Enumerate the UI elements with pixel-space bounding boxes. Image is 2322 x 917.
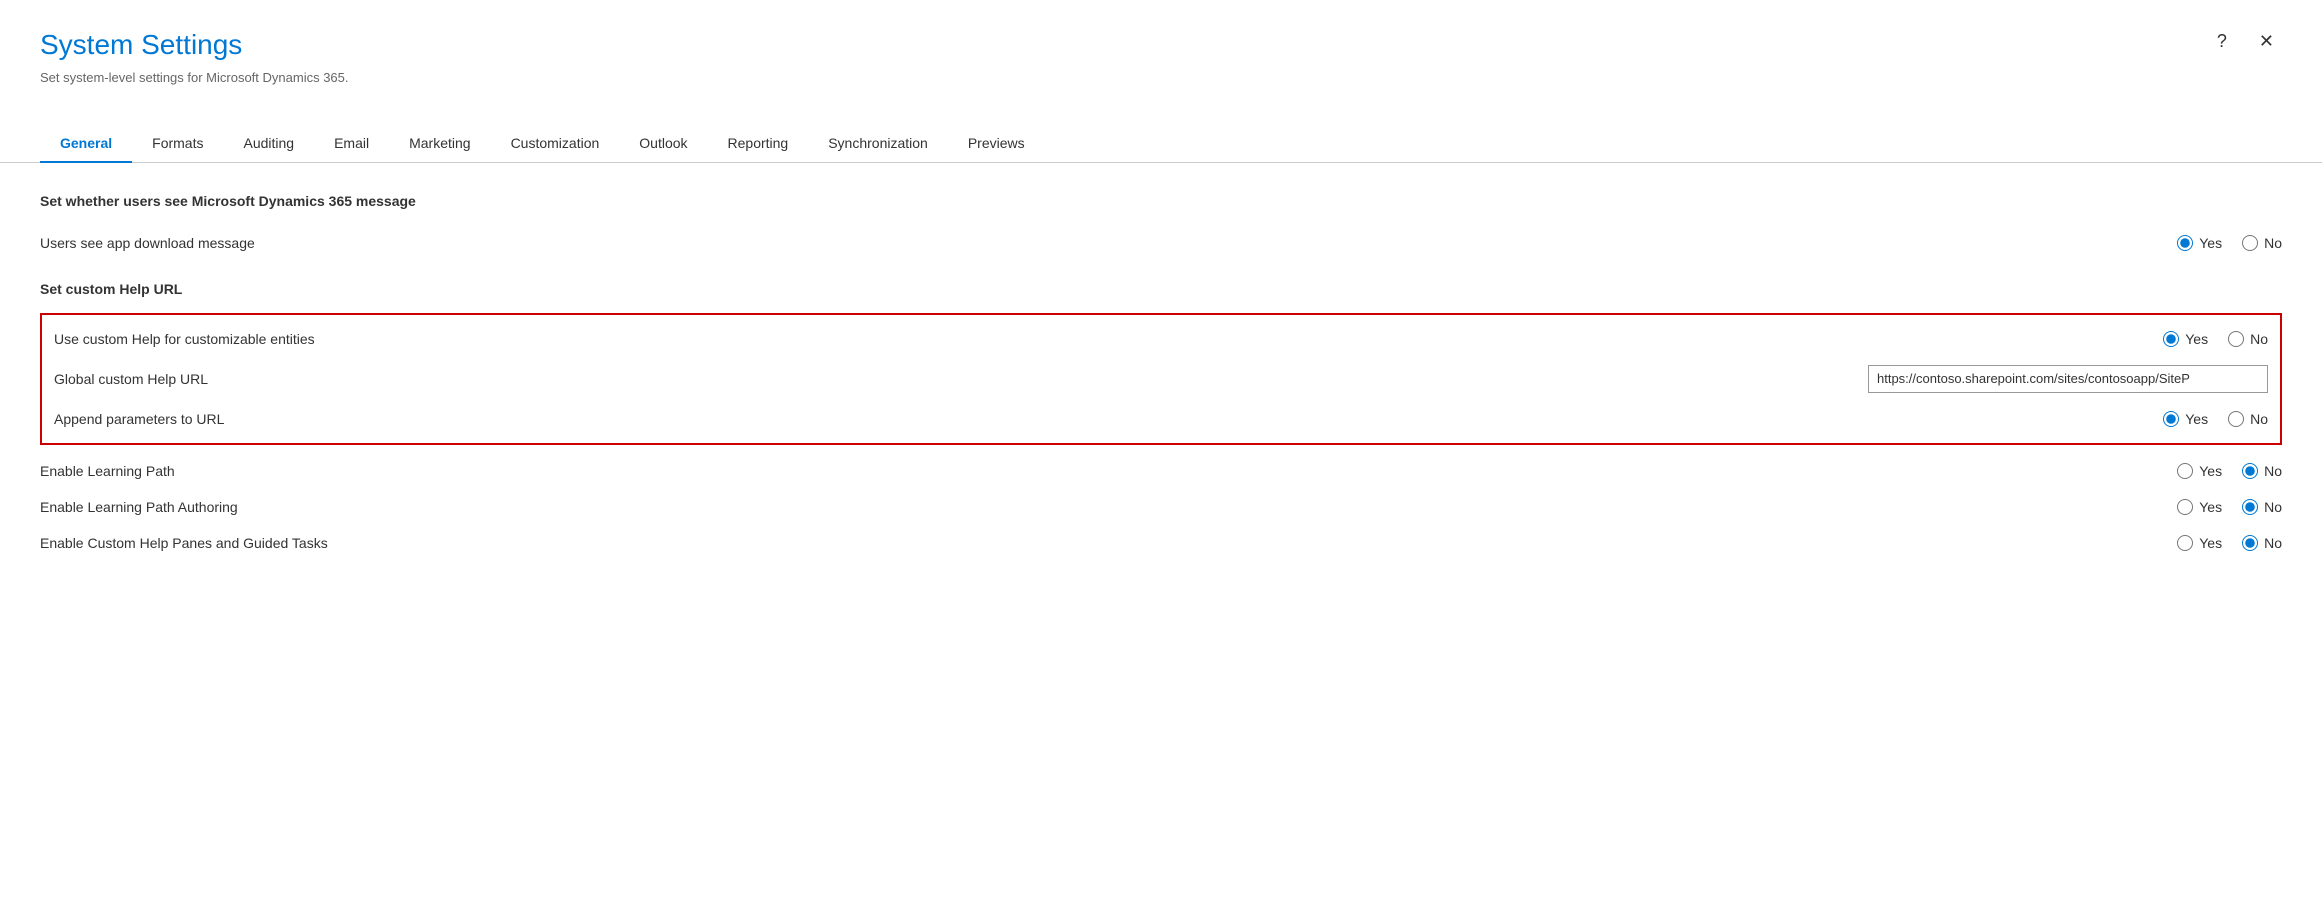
append-params-radio-group: Yes No xyxy=(2068,411,2268,427)
append-params-no-radio[interactable] xyxy=(2228,411,2244,427)
elpa-no-radio[interactable] xyxy=(2242,499,2258,515)
enable-learning-path-no-option[interactable]: No xyxy=(2242,463,2282,479)
app-download-radio-group: Yes No xyxy=(2082,235,2282,251)
echp-yes-label: Yes xyxy=(2199,535,2222,551)
enable-custom-help-panes-radio-group: Yes No xyxy=(2082,535,2282,551)
section2-title: Set custom Help URL xyxy=(40,281,2282,297)
app-download-yes-option[interactable]: Yes xyxy=(2177,235,2222,251)
content-area: Set whether users see Microsoft Dynamics… xyxy=(0,163,2322,591)
app-download-no-radio[interactable] xyxy=(2242,235,2258,251)
setting-row-enable-learning-path: Enable Learning Path Yes No xyxy=(40,453,2282,489)
app-download-no-label: No xyxy=(2264,235,2282,251)
setting-row-global-help-url: Global custom Help URL xyxy=(54,357,2268,401)
elpa-yes-radio[interactable] xyxy=(2177,499,2193,515)
help-button[interactable]: ? xyxy=(2209,28,2235,54)
app-download-yes-radio[interactable] xyxy=(2177,235,2193,251)
section1-title: Set whether users see Microsoft Dynamics… xyxy=(40,193,2282,209)
elpa-no-label: No xyxy=(2264,499,2282,515)
echp-yes-option[interactable]: Yes xyxy=(2177,535,2222,551)
append-params-yes-radio[interactable] xyxy=(2163,411,2179,427)
dialog-controls: ? ✕ xyxy=(2209,28,2282,54)
custom-help-url-section: Use custom Help for customizable entitie… xyxy=(40,313,2282,445)
tab-previews[interactable]: Previews xyxy=(948,125,1045,163)
custom-help-entities-radio-group: Yes No xyxy=(2068,331,2268,347)
tab-customization[interactable]: Customization xyxy=(491,125,620,163)
setting-row-enable-learning-path-authoring: Enable Learning Path Authoring Yes No xyxy=(40,489,2282,525)
global-help-url-input[interactable] xyxy=(1868,365,2268,393)
custom-help-entities-label: Use custom Help for customizable entitie… xyxy=(54,331,2068,347)
append-params-label: Append parameters to URL xyxy=(54,411,2068,427)
elp-no-label: No xyxy=(2264,463,2282,479)
enable-learning-path-yes-radio[interactable] xyxy=(2177,463,2193,479)
enable-learning-path-yes-option[interactable]: Yes xyxy=(2177,463,2222,479)
enable-custom-help-panes-label: Enable Custom Help Panes and Guided Task… xyxy=(40,535,2082,551)
elpa-yes-option[interactable]: Yes xyxy=(2177,499,2222,515)
elp-yes-label: Yes xyxy=(2199,463,2222,479)
setting-row-app-download: Users see app download message Yes No xyxy=(40,225,2282,261)
append-params-no-option[interactable]: No xyxy=(2228,411,2268,427)
echp-no-label: No xyxy=(2264,535,2282,551)
echp-no-radio[interactable] xyxy=(2242,535,2258,551)
custom-help-entities-yes-option[interactable]: Yes xyxy=(2163,331,2208,347)
tab-outlook[interactable]: Outlook xyxy=(619,125,707,163)
elpa-no-option[interactable]: No xyxy=(2242,499,2282,515)
append-params-yes-label: Yes xyxy=(2185,411,2208,427)
custom-help-no-label: No xyxy=(2250,331,2268,347)
tab-general[interactable]: General xyxy=(40,125,132,163)
tab-auditing[interactable]: Auditing xyxy=(223,125,314,163)
enable-learning-path-radio-group: Yes No xyxy=(2082,463,2282,479)
app-download-label: Users see app download message xyxy=(40,235,2082,251)
enable-learning-path-label: Enable Learning Path xyxy=(40,463,2082,479)
dialog-container: System Settings Set system-level setting… xyxy=(0,0,2322,917)
dialog-header: System Settings Set system-level setting… xyxy=(0,0,2322,105)
dialog-subtitle: Set system-level settings for Microsoft … xyxy=(40,70,2282,85)
tab-marketing[interactable]: Marketing xyxy=(389,125,490,163)
global-help-url-label: Global custom Help URL xyxy=(54,371,1848,387)
setting-row-enable-custom-help-panes: Enable Custom Help Panes and Guided Task… xyxy=(40,525,2282,561)
global-help-url-input-wrapper xyxy=(1848,365,2268,393)
enable-learning-path-no-radio[interactable] xyxy=(2242,463,2258,479)
tab-reporting[interactable]: Reporting xyxy=(708,125,809,163)
tab-email[interactable]: Email xyxy=(314,125,389,163)
echp-yes-radio[interactable] xyxy=(2177,535,2193,551)
custom-help-entities-yes-radio[interactable] xyxy=(2163,331,2179,347)
setting-row-append-params: Append parameters to URL Yes No xyxy=(54,401,2268,437)
app-download-yes-label: Yes xyxy=(2199,235,2222,251)
enable-learning-path-authoring-label: Enable Learning Path Authoring xyxy=(40,499,2082,515)
append-params-yes-option[interactable]: Yes xyxy=(2163,411,2208,427)
tabs-bar: General Formats Auditing Email Marketing… xyxy=(0,125,2322,163)
custom-help-yes-label: Yes xyxy=(2185,331,2208,347)
app-download-no-option[interactable]: No xyxy=(2242,235,2282,251)
elpa-yes-label: Yes xyxy=(2199,499,2222,515)
echp-no-option[interactable]: No xyxy=(2242,535,2282,551)
setting-row-custom-help-entities: Use custom Help for customizable entitie… xyxy=(54,321,2268,357)
append-params-no-label: No xyxy=(2250,411,2268,427)
enable-learning-path-authoring-radio-group: Yes No xyxy=(2082,499,2282,515)
close-button[interactable]: ✕ xyxy=(2251,28,2282,54)
custom-help-entities-no-radio[interactable] xyxy=(2228,331,2244,347)
tab-synchronization[interactable]: Synchronization xyxy=(808,125,948,163)
dialog-title: System Settings xyxy=(40,28,2282,62)
tab-formats[interactable]: Formats xyxy=(132,125,223,163)
custom-help-entities-no-option[interactable]: No xyxy=(2228,331,2268,347)
